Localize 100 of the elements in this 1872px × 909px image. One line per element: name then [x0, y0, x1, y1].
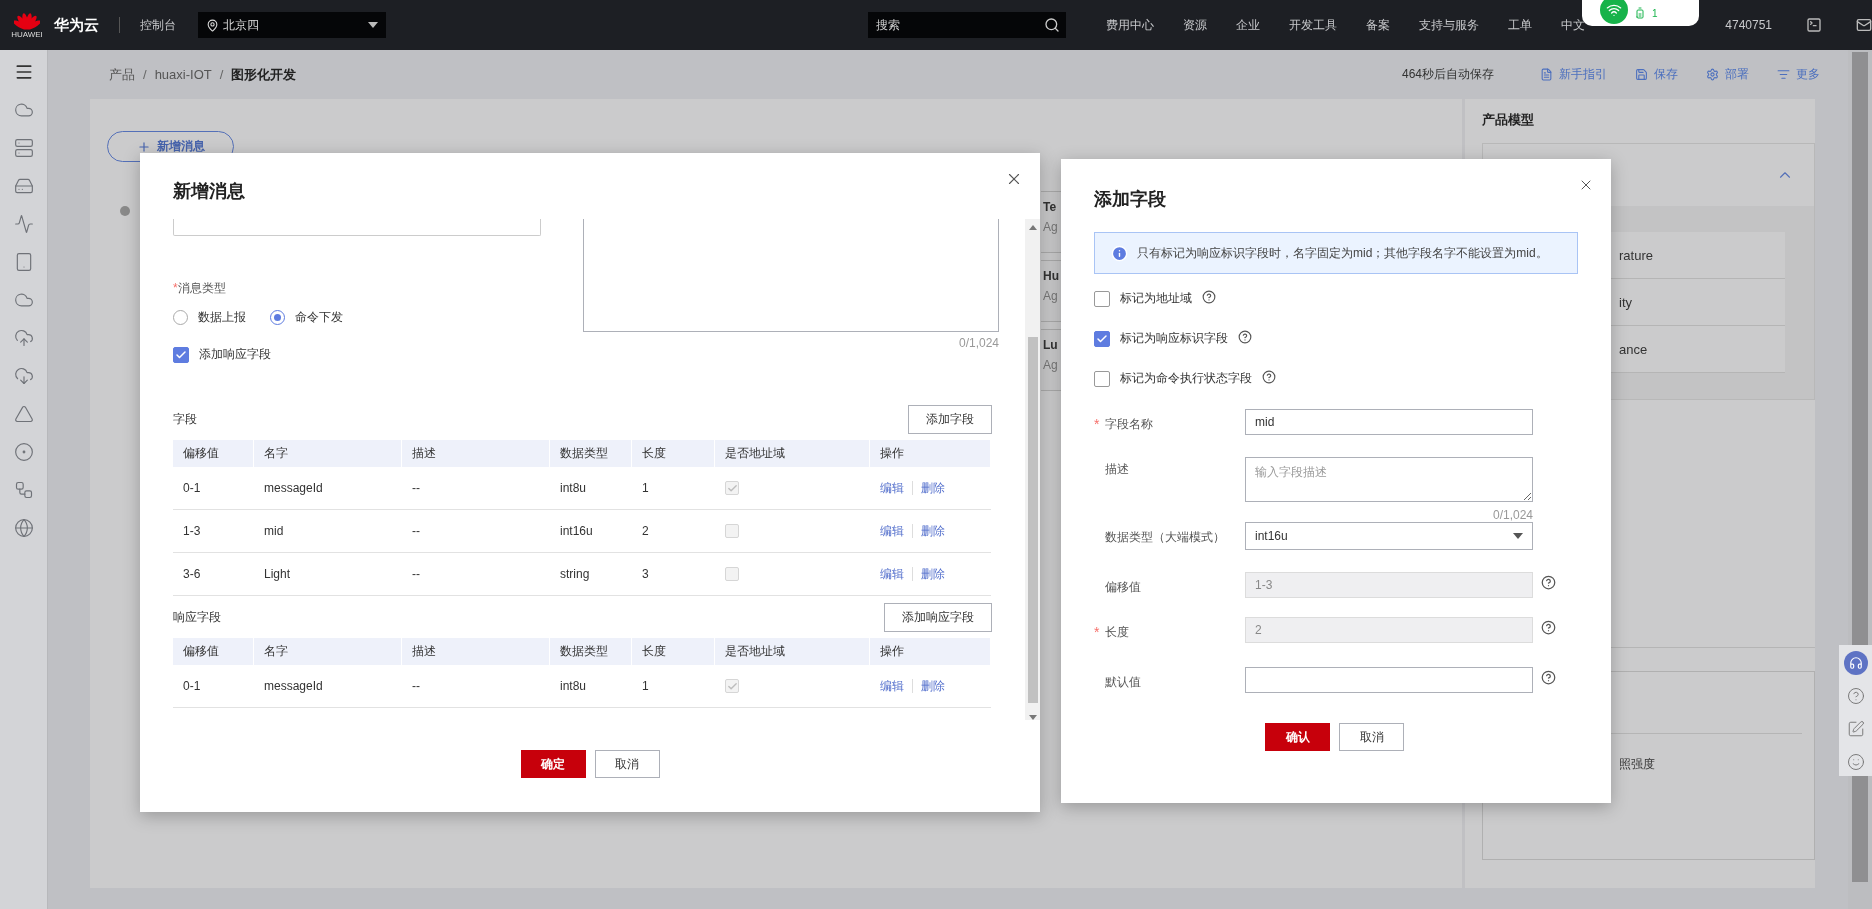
property-row[interactable]: ity [1609, 279, 1785, 326]
text-input[interactable]: mid [1245, 409, 1533, 435]
node-dot [120, 206, 130, 216]
cancel-button[interactable]: 取消 [1339, 723, 1404, 751]
form-label: 数据类型（大端模式） [1104, 529, 1226, 546]
dialog-title: 添加字段 [1094, 188, 1167, 211]
table-cell: 0-1 [173, 467, 254, 510]
checkbox[interactable] [1094, 290, 1110, 307]
property-row[interactable]: rature [1609, 232, 1785, 279]
checkbox[interactable] [1094, 370, 1110, 387]
checkbox-label: 标记为响应标识字段 [1120, 330, 1228, 347]
table-cell: string [550, 553, 632, 596]
popup-count: 1 [1652, 7, 1658, 19]
column-header: 名字 [254, 638, 402, 665]
list-icon [1777, 68, 1790, 81]
mail-icon[interactable] [1856, 17, 1872, 33]
breadcrumb-link[interactable]: 图形化开发 [231, 65, 297, 84]
table-cell: -- [402, 665, 550, 708]
nav-link[interactable]: 资源 [1183, 16, 1208, 34]
confirm-button[interactable]: 确认 [1265, 723, 1330, 751]
column-header: 描述 [402, 440, 550, 467]
property-row[interactable]: ance [1609, 326, 1785, 373]
nav-link[interactable]: 费用中心 [1106, 16, 1155, 34]
column-header: 长度 [632, 638, 715, 665]
console-link[interactable]: 控制台 [140, 16, 176, 34]
column-header: 操作 [870, 638, 991, 665]
text-input[interactable] [1245, 667, 1533, 693]
info-text: 只有标记为响应标识字段时，名字固定为mid；其他字段名字不能设置为mid。 [1137, 244, 1548, 262]
radio-label: 数据上报 [198, 309, 246, 326]
description-textarea[interactable]: 输入字段描述 [1245, 457, 1533, 502]
type-select[interactable]: int16u [1245, 522, 1533, 550]
checkbox-label: 标记为命令执行状态字段 [1120, 370, 1252, 387]
panel-title: 产品模型 [1482, 111, 1535, 129]
headset-icon[interactable] [1843, 651, 1868, 675]
card-subtitle: Ag [1043, 358, 1059, 372]
logo-icon [14, 11, 40, 30]
flow-icon[interactable] [13, 480, 34, 500]
table-cell: 2 [632, 510, 715, 553]
cloud-upload-icon[interactable] [13, 328, 34, 348]
add-field-button[interactable]: 添加字段 [908, 405, 992, 434]
detail-text: 照强度 [1619, 757, 1655, 771]
breadcrumb-separator: / [143, 67, 147, 82]
pulse-icon[interactable] [13, 214, 34, 234]
language-link[interactable]: 中文 [1561, 16, 1586, 34]
table-cell: 3 [632, 553, 715, 596]
card-subtitle: Ag [1043, 220, 1059, 234]
checkbox[interactable] [173, 346, 189, 363]
char-counter: 0/1,024 [1491, 508, 1533, 522]
help-icon[interactable] [1262, 369, 1276, 384]
text-input: 2 [1245, 617, 1533, 643]
nav-link[interactable]: 开发工具 [1289, 16, 1338, 34]
logo-text: HUAWEI [11, 29, 43, 39]
add-field-button[interactable]: 添加响应字段 [884, 603, 992, 632]
form-label: 默认值 [1104, 674, 1142, 691]
column-header: 名字 [254, 440, 402, 467]
table-cell: 1 [632, 665, 715, 708]
breadcrumb-link[interactable]: 产品 [109, 65, 135, 84]
nav-link[interactable]: 支持与服务 [1419, 16, 1480, 34]
server-icon[interactable] [13, 138, 34, 158]
triangle-icon[interactable] [13, 404, 34, 424]
radio-label: 命令下发 [295, 309, 343, 326]
column-header: 数据类型 [550, 440, 632, 467]
search-icon[interactable] [1044, 17, 1061, 33]
help-icon[interactable] [1202, 289, 1216, 304]
nav-link[interactable]: 工单 [1508, 16, 1533, 34]
field-label: *消息类型 [173, 280, 227, 297]
terminal-icon[interactable] [1806, 17, 1822, 33]
nav-link[interactable]: 备案 [1366, 16, 1391, 34]
column-header: 描述 [402, 638, 550, 665]
name-input-field[interactable] [173, 219, 541, 236]
help-icon[interactable] [1238, 329, 1252, 344]
column-header: 是否地址域 [715, 440, 870, 467]
region-select[interactable]: 北京四 [198, 12, 386, 38]
check-icon [175, 348, 187, 361]
scrollbar[interactable] [1025, 219, 1040, 720]
column-header: 长度 [632, 440, 715, 467]
table-cell: int16u [550, 510, 632, 553]
caret-icon [1513, 533, 1523, 539]
column-header: 操作 [870, 440, 991, 467]
checkbox[interactable] [1094, 330, 1110, 347]
form-label: 偏移值 [1104, 579, 1142, 596]
card-subtitle: Ag [1043, 289, 1059, 303]
search-field[interactable]: 搜索 [868, 12, 1067, 38]
table-cell: -- [402, 467, 550, 510]
plus-icon [136, 139, 151, 154]
form-label: 描述 [1104, 461, 1130, 478]
char-counter: 0/1,024 [957, 336, 999, 350]
account-name[interactable]: 4740751 [1725, 18, 1772, 32]
pin-icon [206, 18, 219, 32]
text-input: 1-3 [1245, 572, 1533, 598]
cancel-button[interactable]: 取消 [594, 750, 660, 778]
cloud-download-icon[interactable] [13, 366, 34, 386]
form-label: * 字段名称 [1094, 416, 1154, 433]
globe-icon[interactable] [13, 518, 34, 538]
target-icon[interactable] [13, 442, 34, 462]
document-icon [1540, 68, 1553, 81]
confirm-button[interactable]: 确定 [520, 750, 586, 778]
breadcrumb-link[interactable]: huaxi-IOT [154, 67, 212, 82]
nav-link[interactable]: 企业 [1236, 16, 1261, 34]
help-icon[interactable] [1541, 670, 1556, 685]
